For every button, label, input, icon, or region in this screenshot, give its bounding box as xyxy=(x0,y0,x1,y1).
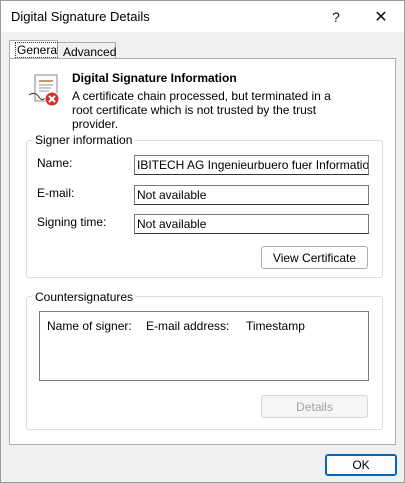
info-message: A certificate chain processed, but termi… xyxy=(72,89,331,131)
signing-time-field[interactable]: Not available xyxy=(134,214,369,234)
email-label: E-mail: xyxy=(37,186,75,200)
tab-advanced-label: Advanced xyxy=(63,45,117,59)
details-button[interactable]: Details xyxy=(261,395,368,418)
window-title: Digital Signature Details xyxy=(11,9,150,24)
tab-general[interactable]: General xyxy=(9,40,62,59)
tab-general-label: General xyxy=(15,42,62,58)
help-button[interactable]: ? xyxy=(314,1,358,32)
info-title: Digital Signature Information xyxy=(72,71,237,85)
ok-button[interactable]: OK xyxy=(325,454,397,476)
certificate-error-icon xyxy=(28,74,60,107)
column-header-timestamp[interactable]: Timestamp xyxy=(246,319,305,333)
email-field[interactable]: Not available xyxy=(134,185,369,205)
tab-advanced[interactable]: Advanced xyxy=(58,42,116,59)
column-header-email[interactable]: E-mail address: xyxy=(146,319,229,333)
column-header-name[interactable]: Name of signer: xyxy=(47,319,132,333)
countersignatures-group-label: Countersignatures xyxy=(32,290,137,304)
name-label: Name: xyxy=(37,156,73,170)
signing-time-label: Signing time: xyxy=(37,215,107,229)
signer-group-label: Signer information xyxy=(32,133,136,147)
countersignatures-list[interactable]: Name of signer: E-mail address: Timestam… xyxy=(39,311,369,381)
title-bar: Digital Signature Details ? ✕ xyxy=(1,1,404,32)
close-button[interactable]: ✕ xyxy=(359,1,403,32)
view-certificate-button[interactable]: View Certificate xyxy=(261,246,368,269)
signature-details-dialog: Digital Signature Details ? ✕ General Ad… xyxy=(0,0,405,483)
name-field[interactable]: IBITECH AG Ingenieurbuero fuer Informati… xyxy=(134,155,369,175)
